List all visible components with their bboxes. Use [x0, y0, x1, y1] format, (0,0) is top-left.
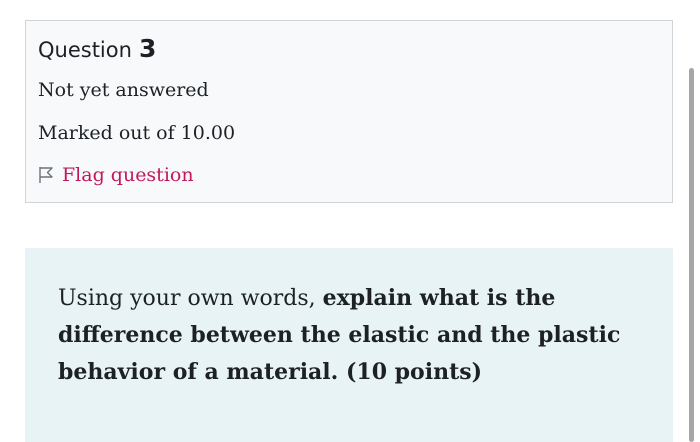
question-word: Question	[38, 38, 132, 62]
question-info-box: Question 3 Not yet answered Marked out o…	[25, 20, 673, 203]
answer-status: Not yet answered	[38, 79, 209, 101]
scrollbar-thumb[interactable]	[689, 68, 694, 442]
question-number: 3	[139, 34, 157, 63]
marks-info: Marked out of 10.00	[38, 122, 236, 144]
flag-icon[interactable]	[38, 166, 54, 184]
flag-question-link[interactable]: Flag question	[38, 164, 194, 186]
question-prompt: Using your own words, explain what is th…	[58, 280, 658, 391]
question-heading: Question 3	[38, 34, 156, 63]
quiz-page: Question 3 Not yet answered Marked out o…	[0, 0, 700, 442]
flag-question-label[interactable]: Flag question	[62, 164, 194, 186]
prompt-lead: Using your own words,	[58, 286, 323, 311]
question-text-panel: Using your own words, explain what is th…	[25, 248, 673, 442]
